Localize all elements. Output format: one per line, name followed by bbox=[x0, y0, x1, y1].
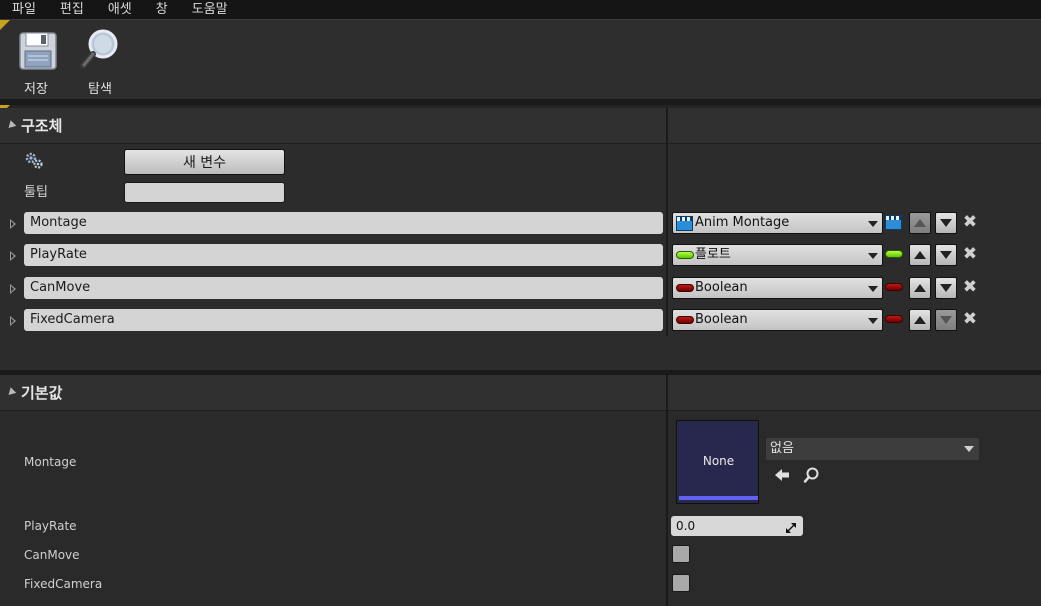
defaults-title: 기본값 bbox=[21, 384, 63, 402]
montage-property-label: Montage bbox=[24, 455, 77, 469]
canmove-property-label: CanMove bbox=[24, 548, 80, 562]
structure-section-header[interactable]: 구조체 bbox=[0, 108, 1041, 144]
move-down-button[interactable] bbox=[935, 244, 957, 266]
asset-type-color-bar bbox=[679, 496, 758, 500]
expand-arrow-icon[interactable] bbox=[10, 316, 16, 326]
use-selected-arrow-icon[interactable] bbox=[773, 466, 791, 484]
variable-name-field[interactable]: CanMove bbox=[24, 277, 663, 299]
move-down-button[interactable] bbox=[935, 277, 957, 299]
chevron-down-icon bbox=[964, 446, 974, 452]
move-up-button[interactable] bbox=[909, 244, 931, 266]
playrate-number-field[interactable]: 0.0 bbox=[671, 516, 803, 536]
save-label: 저장 bbox=[24, 82, 48, 97]
collapse-arrow-icon[interactable] bbox=[5, 387, 17, 398]
delete-icon[interactable]: ✖ bbox=[962, 311, 978, 328]
browse-label: 탐색 bbox=[88, 82, 112, 97]
variable-type-select[interactable]: Boolean bbox=[672, 309, 883, 331]
container-type-icon[interactable] bbox=[885, 215, 902, 230]
tooltip-input[interactable] bbox=[124, 182, 285, 203]
move-up-button[interactable] bbox=[909, 277, 931, 299]
delete-icon[interactable]: ✖ bbox=[962, 279, 978, 296]
floppy-disk-icon bbox=[14, 27, 58, 71]
resize-arrows-icon[interactable] bbox=[785, 520, 797, 533]
new-variable-button[interactable]: 새 변수 bbox=[124, 149, 285, 175]
variable-type-label: Boolean bbox=[695, 312, 748, 327]
save-button[interactable]: 저장 bbox=[10, 27, 62, 97]
variable-type-label: Boolean bbox=[695, 280, 748, 295]
menu-file[interactable]: 파일 bbox=[12, 0, 36, 19]
variable-type-label: 플로트 bbox=[695, 247, 731, 262]
menu-window[interactable]: 창 bbox=[156, 0, 168, 19]
variable-name-field[interactable]: PlayRate bbox=[24, 244, 663, 266]
fixedcamera-property-label: FixedCamera bbox=[24, 577, 103, 591]
browse-button[interactable]: 탐색 bbox=[74, 27, 126, 97]
boolean-pill-icon bbox=[676, 313, 694, 324]
delete-icon[interactable]: ✖ bbox=[962, 246, 978, 263]
variable-row-fixedcamera: FixedCamera Boolean ✖ bbox=[0, 309, 1041, 333]
variable-type-select[interactable]: 플로트 bbox=[672, 244, 883, 266]
variable-type-select[interactable]: Boolean bbox=[672, 277, 883, 299]
defaults-column-divider[interactable] bbox=[666, 375, 668, 606]
magnifier-icon bbox=[78, 27, 122, 71]
browse-search-icon[interactable] bbox=[802, 466, 820, 484]
collapse-arrow-icon[interactable] bbox=[5, 120, 17, 131]
boolean-pill-icon bbox=[676, 281, 694, 292]
expand-arrow-icon[interactable] bbox=[10, 251, 16, 261]
menu-asset[interactable]: 애셋 bbox=[108, 0, 132, 19]
playrate-value: 0.0 bbox=[676, 519, 696, 533]
move-up-button[interactable] bbox=[909, 309, 931, 331]
chevron-down-icon bbox=[868, 286, 878, 292]
structure-title: 구조체 bbox=[21, 117, 63, 135]
float-pill-icon bbox=[676, 248, 694, 259]
menu-edit[interactable]: 편집 bbox=[60, 0, 84, 19]
menu-help[interactable]: 도움말 bbox=[192, 0, 228, 19]
delete-icon[interactable]: ✖ bbox=[962, 214, 978, 231]
toolbar-corner-marker bbox=[0, 20, 10, 30]
variable-type-select[interactable]: Anim Montage bbox=[672, 212, 883, 234]
variable-row-montage: Montage Anim Montage ✖ bbox=[0, 212, 1041, 236]
move-down-button[interactable] bbox=[935, 212, 957, 234]
fixedcamera-checkbox[interactable] bbox=[672, 574, 690, 592]
variable-row-canmove: CanMove Boolean ✖ bbox=[0, 277, 1041, 301]
expand-arrow-icon[interactable] bbox=[10, 284, 16, 294]
thumbnail-none-text: None bbox=[702, 454, 735, 468]
variable-row-playrate: PlayRate 플로트 ✖ bbox=[0, 244, 1041, 268]
toolbar-separator bbox=[0, 99, 1041, 105]
anim-montage-icon bbox=[676, 216, 693, 231]
defaults-section-header[interactable]: 기본값 bbox=[0, 375, 1041, 411]
container-type-icon[interactable] bbox=[885, 247, 903, 258]
container-type-icon[interactable] bbox=[885, 312, 903, 323]
asset-picker-dropdown[interactable]: 없음 bbox=[766, 438, 979, 460]
chevron-down-icon bbox=[868, 221, 878, 227]
asset-picker-value: 없음 bbox=[770, 441, 794, 456]
move-up-button[interactable] bbox=[909, 212, 931, 234]
variable-gears-icon bbox=[24, 151, 44, 171]
container-type-icon[interactable] bbox=[885, 280, 903, 291]
asset-thumbnail[interactable]: None bbox=[676, 420, 759, 504]
variable-name-field[interactable]: FixedCamera bbox=[24, 309, 663, 331]
toolbar: 저장 탐색 bbox=[0, 19, 1041, 99]
chevron-down-icon bbox=[868, 253, 878, 259]
canmove-checkbox[interactable] bbox=[672, 545, 690, 563]
variable-name-field[interactable]: Montage bbox=[24, 212, 663, 234]
playrate-property-label: PlayRate bbox=[24, 519, 77, 533]
tooltip-label: 툴팁 bbox=[24, 185, 48, 200]
move-down-button[interactable] bbox=[935, 309, 957, 331]
variable-type-label: Anim Montage bbox=[695, 215, 790, 230]
menu-bar: 파일 편집 애셋 창 도움말 bbox=[0, 0, 1041, 19]
expand-arrow-icon[interactable] bbox=[10, 219, 16, 229]
chevron-down-icon bbox=[868, 318, 878, 324]
